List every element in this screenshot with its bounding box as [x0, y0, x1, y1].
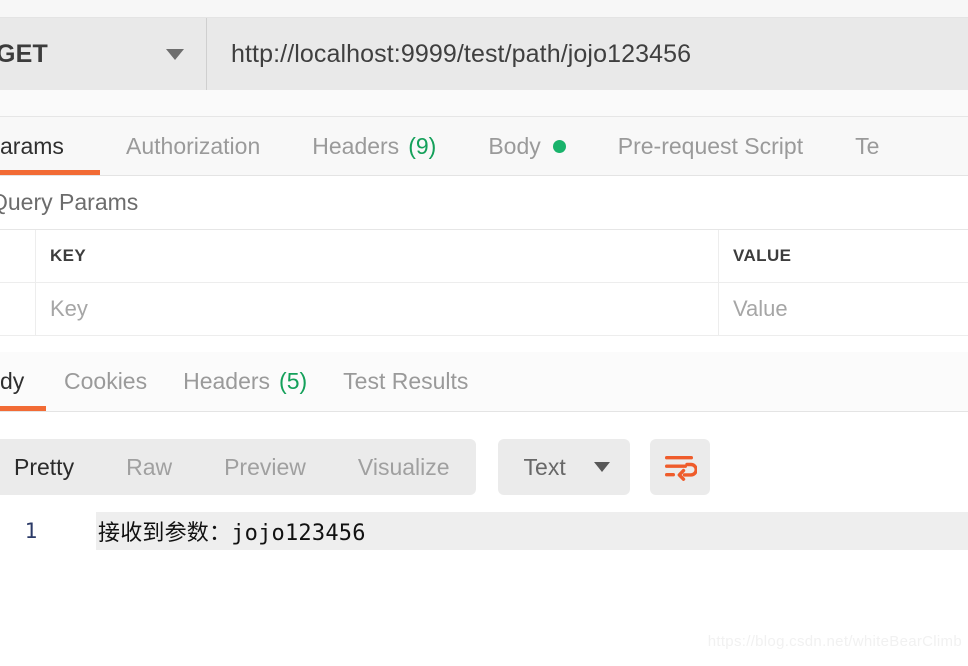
- param-value-placeholder: Value: [733, 296, 788, 321]
- tab-tests-label: Te: [855, 132, 880, 159]
- content-type-label: Text: [523, 453, 566, 480]
- response-toolbar-spacer: [0, 412, 968, 434]
- column-header-value: VALUE: [719, 230, 968, 282]
- line-number: 1: [24, 519, 38, 543]
- code-line: 1 接收到参数：jojo123456: [0, 512, 968, 550]
- param-value-input[interactable]: Value: [719, 283, 968, 335]
- body-status-dot-icon: [552, 139, 566, 153]
- tab-params-label: arams: [0, 132, 64, 159]
- watermark: https://blog.csdn.net/whiteBearClimb: [707, 633, 962, 650]
- line-gutter-spacer: [62, 512, 96, 550]
- format-raw-label: Raw: [126, 453, 173, 480]
- table-row: Key Value: [0, 283, 968, 336]
- format-raw-button[interactable]: Raw: [100, 454, 198, 481]
- tab-headers[interactable]: Headers (9): [286, 117, 462, 175]
- tab-tests[interactable]: Te: [829, 117, 905, 175]
- format-visualize-button[interactable]: Visualize: [332, 454, 476, 481]
- query-params-header: Query Params: [0, 176, 968, 229]
- column-header-key-label: KEY: [50, 246, 87, 265]
- response-tab-headers-count: (5): [279, 368, 308, 394]
- tab-authorization[interactable]: Authorization: [100, 117, 286, 175]
- format-pretty-label: Pretty: [14, 453, 75, 480]
- column-header-value-label: VALUE: [733, 246, 792, 265]
- response-tab-cookies[interactable]: Cookies: [46, 352, 165, 411]
- response-tab-headers-label: Headers: [183, 368, 271, 394]
- tab-headers-label: Headers: [312, 132, 400, 159]
- chevron-down-icon: [166, 48, 184, 60]
- response-tab-bar: dy Cookies Headers (5) Test Results: [0, 352, 968, 412]
- table-header-row: KEY VALUE: [0, 230, 968, 283]
- word-wrap-icon: [664, 456, 697, 481]
- url-input[interactable]: http://localhost:9999/test/path/jojo1234…: [207, 18, 968, 90]
- row-checkbox-cell[interactable]: [0, 283, 36, 335]
- tab-body-label: Body: [488, 132, 541, 159]
- http-method-label: GET: [0, 39, 48, 68]
- url-value: http://localhost:9999/test/path/jojo1234…: [231, 39, 692, 68]
- response-tab-body-label: dy: [0, 368, 25, 394]
- param-key-placeholder: Key: [50, 296, 88, 321]
- column-header-key: KEY: [36, 230, 719, 282]
- response-tab-test-results[interactable]: Test Results: [325, 352, 486, 411]
- response-tab-body[interactable]: dy: [0, 352, 46, 411]
- format-preview-button[interactable]: Preview: [198, 454, 332, 481]
- format-visualize-label: Visualize: [357, 453, 450, 480]
- param-key-input[interactable]: Key: [36, 283, 719, 335]
- response-tab-headers[interactable]: Headers (5): [165, 352, 325, 411]
- request-url-bar: GET http://localhost:9999/test/path/jojo…: [0, 18, 968, 90]
- response-tab-test-results-label: Test Results: [343, 368, 469, 394]
- request-tab-bar: arams Authorization Headers (9) Body Pre…: [0, 117, 968, 176]
- tab-pre-request-script[interactable]: Pre-request Script: [592, 117, 829, 175]
- tab-pre-request-script-label: Pre-request Script: [617, 132, 804, 159]
- response-body[interactable]: 1 接收到参数：jojo123456: [0, 500, 968, 550]
- query-params-table: KEY VALUE Key Value: [0, 229, 968, 336]
- response-tab-cookies-label: Cookies: [64, 368, 148, 394]
- format-pretty-button[interactable]: Pretty: [0, 454, 100, 481]
- format-preview-label: Preview: [224, 453, 306, 480]
- tab-params[interactable]: arams: [0, 117, 100, 175]
- chevron-down-icon: [593, 462, 610, 472]
- format-segmented-control: Pretty Raw Preview Visualize: [0, 439, 476, 495]
- response-format-toolbar: Pretty Raw Preview Visualize Text: [0, 434, 968, 500]
- line-text: 接收到参数：jojo123456: [96, 512, 968, 550]
- url-bar-divider: [0, 90, 968, 117]
- http-method-dropdown[interactable]: GET: [0, 18, 207, 90]
- request-response-spacer: [0, 336, 968, 352]
- word-wrap-button[interactable]: [649, 439, 710, 495]
- query-params-title: Query Params: [0, 189, 139, 215]
- select-all-checkbox-cell[interactable]: [0, 230, 36, 282]
- window-top-strip: [0, 0, 968, 18]
- tab-authorization-label: Authorization: [126, 132, 261, 159]
- tab-headers-count: (9): [408, 132, 437, 159]
- content-type-dropdown[interactable]: Text: [497, 439, 630, 495]
- tab-body[interactable]: Body: [462, 117, 591, 175]
